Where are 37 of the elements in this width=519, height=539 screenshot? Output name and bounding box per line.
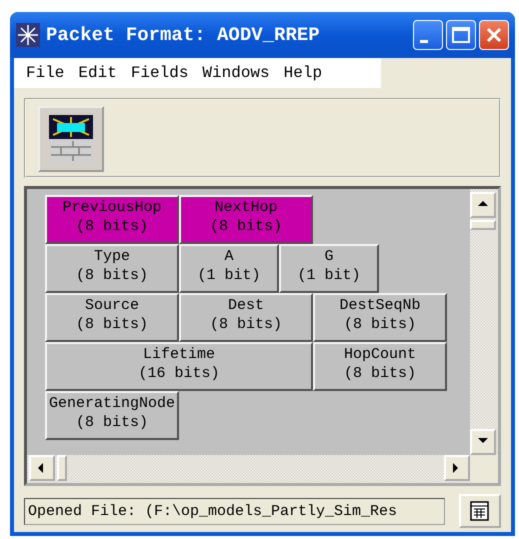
packet-field[interactable]: HopCount (8 bits) [313,342,447,391]
horizontal-scrollbar[interactable] [27,455,470,483]
packet-field-icon [49,115,93,163]
minimize-button[interactable] [413,20,443,50]
packet-field[interactable]: DestSeqNb (8 bits) [313,293,447,342]
packet-field[interactable]: Type (8 bits) [45,244,179,293]
menu-item[interactable]: Edit [78,64,117,82]
menu-item[interactable]: File [26,64,64,82]
window-title: Packet Format: AODV_RREP [46,24,321,46]
packet-field[interactable]: G (1 bit) [279,244,379,293]
scroll-thumb[interactable] [57,455,67,481]
scroll-right-button[interactable] [444,455,470,481]
scroll-down-button[interactable] [470,429,496,455]
packet-field[interactable]: A (1 bit) [179,244,279,293]
maximize-icon [452,27,470,43]
minimize-icon [420,40,428,42]
status-text: Opened File: (F:\op_models_Partly_Sim_Res [24,498,445,524]
menu-item[interactable]: Help [284,64,322,82]
star-icon [16,23,40,47]
scroll-left-button[interactable] [29,455,55,481]
packet-field[interactable]: Dest (8 bits) [179,293,313,342]
notes-button[interactable] [459,494,501,528]
menu-item[interactable]: Fields [130,64,188,82]
packet-field[interactable]: NextHop (8 bits) [179,195,313,244]
packet-field[interactable]: Source (8 bits) [45,293,179,342]
packet-field[interactable]: GeneratingNode (8 bits) [45,391,179,440]
packet-field[interactable]: PreviousHop (8 bits) [45,195,179,244]
packet-field[interactable]: Lifetime (16 bits) [45,342,313,391]
tool-button[interactable] [38,106,104,172]
scroll-up-button[interactable] [470,192,496,218]
close-icon [486,27,502,43]
menu-item[interactable]: Windows [202,64,270,82]
vertical-scrollbar[interactable] [470,189,498,455]
close-button[interactable] [479,20,509,50]
scroll-thumb[interactable] [470,220,496,230]
notepad-icon [469,500,491,522]
maximize-button[interactable] [446,20,476,50]
